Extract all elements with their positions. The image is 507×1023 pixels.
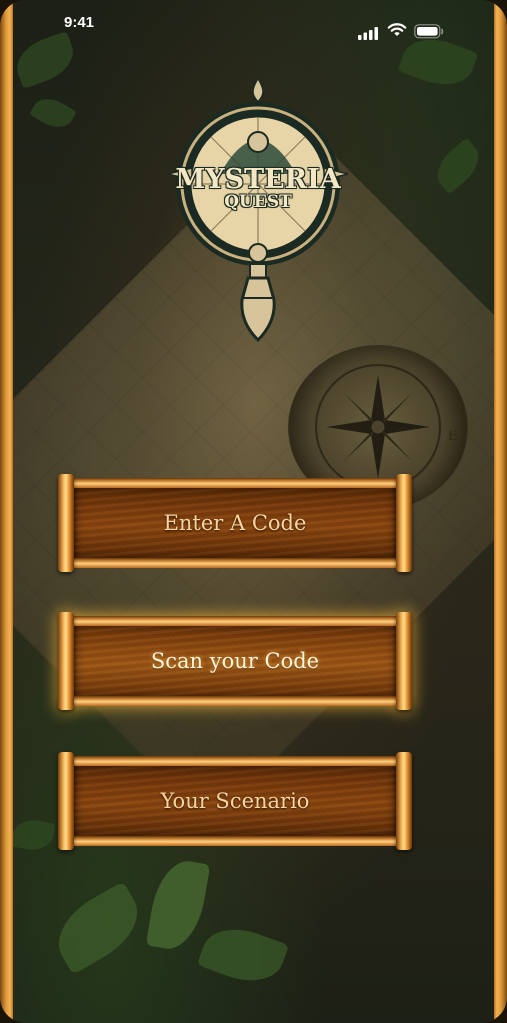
your-scenario-label: Your Scenario [160,789,310,813]
button-right-post [396,752,412,850]
svg-text:E: E [448,429,458,444]
leaf-decoration [13,816,56,854]
your-scenario-button[interactable]: Your Scenario [58,752,412,854]
logo-subtitle: QUEST [224,192,292,212]
button-left-post [58,752,74,850]
leaf-decoration [428,137,488,195]
button-left-post [58,474,74,572]
status-time: 9:41 [64,14,95,31]
cellular-signal-icon [358,27,378,40]
scan-code-button[interactable]: Scan your Code [58,612,412,714]
logo-title: MYSTERIA [175,164,341,195]
button-right-post [396,474,412,572]
button-right-post [396,612,412,710]
wifi-icon [387,23,407,36]
scan-code-label: Scan your Code [150,649,320,673]
app-logo: MYSTERIA QUEST [160,76,356,348]
leaf-decoration [45,881,151,975]
button-left-post [58,612,74,710]
magnifying-glass-compass-logo [167,76,349,343]
phone-frame: E 9:41 MYSTERIA QUEST Enter A Code Scan … [0,0,507,1023]
status-bar: 9:41 [0,0,507,44]
leaf-decoration [29,91,77,135]
enter-code-button[interactable]: Enter A Code [58,474,412,576]
leaf-decoration [196,917,290,993]
leaf-decoration [145,856,211,954]
battery-icon [414,24,444,39]
enter-code-label: Enter A Code [163,511,307,535]
